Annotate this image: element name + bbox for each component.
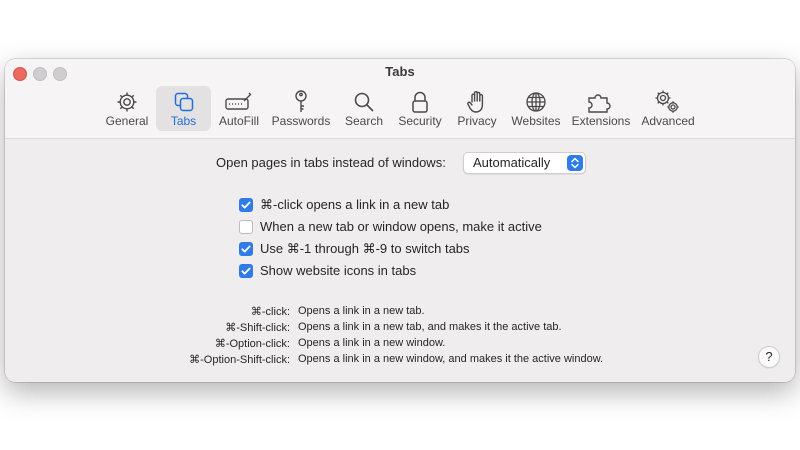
legend-key: ⌘-Option-click:	[214, 338, 290, 350]
toolbar-item-label: Search	[344, 114, 384, 128]
toolbar-item-label: Advanced	[641, 114, 695, 128]
chevron-up-down-icon	[567, 155, 583, 171]
toolbar-item-security[interactable]: Security	[395, 86, 445, 131]
toolbar-item-search[interactable]: Search	[341, 86, 387, 131]
puzzle-icon	[570, 89, 632, 115]
legend-desc: Opens a link in a new window.	[298, 337, 446, 349]
tabs-pane: Open pages in tabs instead of windows: A…	[5, 139, 795, 382]
lock-icon	[395, 89, 445, 115]
open-pages-label: Open pages in tabs instead of windows:	[216, 155, 446, 170]
toolbar-item-label: Passwords	[271, 114, 331, 128]
toolbar-item-label: Websites	[511, 114, 561, 128]
legend-row: ⌘-click: Opens a link in a new tab.	[5, 305, 795, 320]
open-pages-popup[interactable]: Automatically	[463, 152, 586, 174]
toolbar-item-general[interactable]: General	[103, 86, 151, 131]
tabs-icon	[156, 89, 211, 115]
titlebar: Tabs General Tabs AutoFill Passwords Sea…	[5, 59, 795, 139]
checkbox-unchecked[interactable]	[239, 220, 253, 234]
preferences-window: Tabs General Tabs AutoFill Passwords Sea…	[5, 59, 795, 382]
toolbar-item-passwords[interactable]: Passwords	[269, 86, 333, 131]
toolbar-item-privacy[interactable]: Privacy	[453, 86, 501, 131]
toolbar-item-label: Security	[398, 114, 442, 128]
legend-row: ⌘-Option-click: Opens a link in a new wi…	[5, 337, 795, 352]
toolbar-item-label: Privacy	[457, 114, 497, 128]
checkbox-checked[interactable]	[239, 198, 253, 212]
globe-icon	[507, 89, 565, 115]
legend-key: ⌘-Option-Shift-click:	[189, 354, 290, 366]
toolbar-item-websites[interactable]: Websites	[507, 86, 565, 131]
hand-icon	[453, 89, 501, 115]
key-icon	[269, 89, 333, 115]
toolbar-item-label: AutoFill	[218, 114, 259, 128]
checkbox-label: Use ⌘-1 through ⌘-9 to switch tabs	[260, 241, 470, 256]
gears-icon	[639, 89, 697, 115]
toolbar-item-extensions[interactable]: Extensions	[570, 86, 632, 131]
checkbox-label: When a new tab or window opens, make it …	[260, 219, 542, 234]
gear-icon	[103, 89, 151, 115]
help-button[interactable]: ?	[758, 346, 780, 368]
window-title: Tabs	[385, 64, 415, 79]
toolbar-item-tabs[interactable]: Tabs	[156, 86, 211, 131]
legend-row: ⌘-Option-Shift-click: Opens a link in a …	[5, 353, 795, 368]
toolbar-item-autofill[interactable]: AutoFill	[214, 86, 264, 131]
legend-key: ⌘-click:	[250, 306, 290, 318]
legend-desc: Opens a link in a new tab.	[298, 305, 425, 317]
legend-row: ⌘-Shift-click: Opens a link in a new tab…	[5, 321, 795, 336]
toolbar-item-label: Tabs	[170, 114, 197, 128]
magnifier-icon	[341, 89, 387, 115]
checkbox-checked[interactable]	[239, 242, 253, 256]
checkbox-checked[interactable]	[239, 264, 253, 278]
preferences-toolbar: General Tabs AutoFill Passwords Search S…	[5, 86, 795, 134]
legend-desc: Opens a link in a new tab, and makes it …	[298, 321, 562, 333]
toolbar-item-label: General	[105, 114, 149, 128]
open-pages-value: Automatically	[473, 155, 551, 170]
legend-desc: Opens a link in a new window, and makes …	[298, 353, 604, 365]
toolbar-item-label: Extensions	[571, 114, 631, 128]
toolbar-item-advanced[interactable]: Advanced	[639, 86, 697, 131]
checkbox-label: Show website icons in tabs	[260, 263, 417, 278]
legend-key: ⌘-Shift-click:	[225, 322, 290, 334]
autofill-pen-icon	[214, 89, 264, 115]
checkbox-label: ⌘-click opens a link in a new tab	[260, 197, 450, 212]
